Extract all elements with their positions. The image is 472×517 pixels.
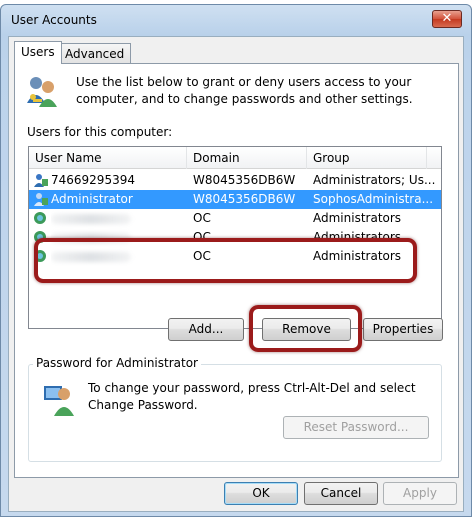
group-cell: Administrators: [313, 211, 402, 225]
table-row[interactable]: OC Administrators: [29, 209, 441, 228]
domain-cell: OC: [193, 211, 211, 225]
column-header-user-name[interactable]: User Name: [29, 147, 187, 169]
user-name-cell: 74669295394: [51, 173, 135, 187]
user-name-cell: Administrator: [51, 192, 133, 206]
column-header-group[interactable]: Group: [307, 147, 427, 169]
tab-advanced[interactable]: Advanced: [58, 43, 132, 64]
window-title: User Accounts: [11, 13, 97, 27]
close-button[interactable]: ✕: [432, 10, 462, 28]
tab-users[interactable]: Users: [14, 41, 62, 64]
redacted-name: [51, 214, 131, 224]
user-icon: [34, 174, 48, 187]
highlight-annotation-remove: [249, 305, 362, 352]
table-row-selected[interactable]: Administrator W8045356DB6W SophosAdminis…: [29, 190, 441, 209]
highlight-annotation-row: [34, 238, 417, 283]
domain-cell: W8045356DB6W: [193, 192, 296, 206]
users-icon: [27, 77, 57, 107]
password-instructions: To change your password, press Ctrl-Alt-…: [88, 381, 416, 412]
users-list-label: Users for this computer:: [27, 125, 173, 139]
group-cell: Administrators; Us...: [313, 173, 435, 187]
column-header-domain[interactable]: Domain: [187, 147, 307, 169]
table-row[interactable]: 74669295394 W8045356DB6W Administrators;…: [29, 171, 441, 190]
add-button[interactable]: Add...: [168, 318, 244, 341]
ok-button[interactable]: OK: [224, 482, 298, 505]
domain-cell: W8045356DB6W: [193, 173, 296, 187]
intro-text: Use the list below to grant or deny user…: [76, 75, 413, 106]
close-icon: ✕: [441, 11, 453, 26]
domain-user-icon: [34, 212, 46, 224]
group-cell: SophosAdministra...: [313, 192, 434, 206]
user-name-cell-redacted: [51, 209, 187, 228]
user-icon: [34, 193, 48, 206]
cancel-button[interactable]: Cancel: [304, 482, 378, 505]
list-header: User Name Domain Group: [29, 147, 441, 169]
user-icon: [44, 386, 74, 416]
reset-password-button[interactable]: Reset Password...: [283, 416, 429, 439]
password-group-legend: Password for Administrator: [33, 356, 201, 370]
properties-button[interactable]: Properties: [363, 318, 443, 341]
apply-button[interactable]: Apply: [383, 482, 457, 505]
